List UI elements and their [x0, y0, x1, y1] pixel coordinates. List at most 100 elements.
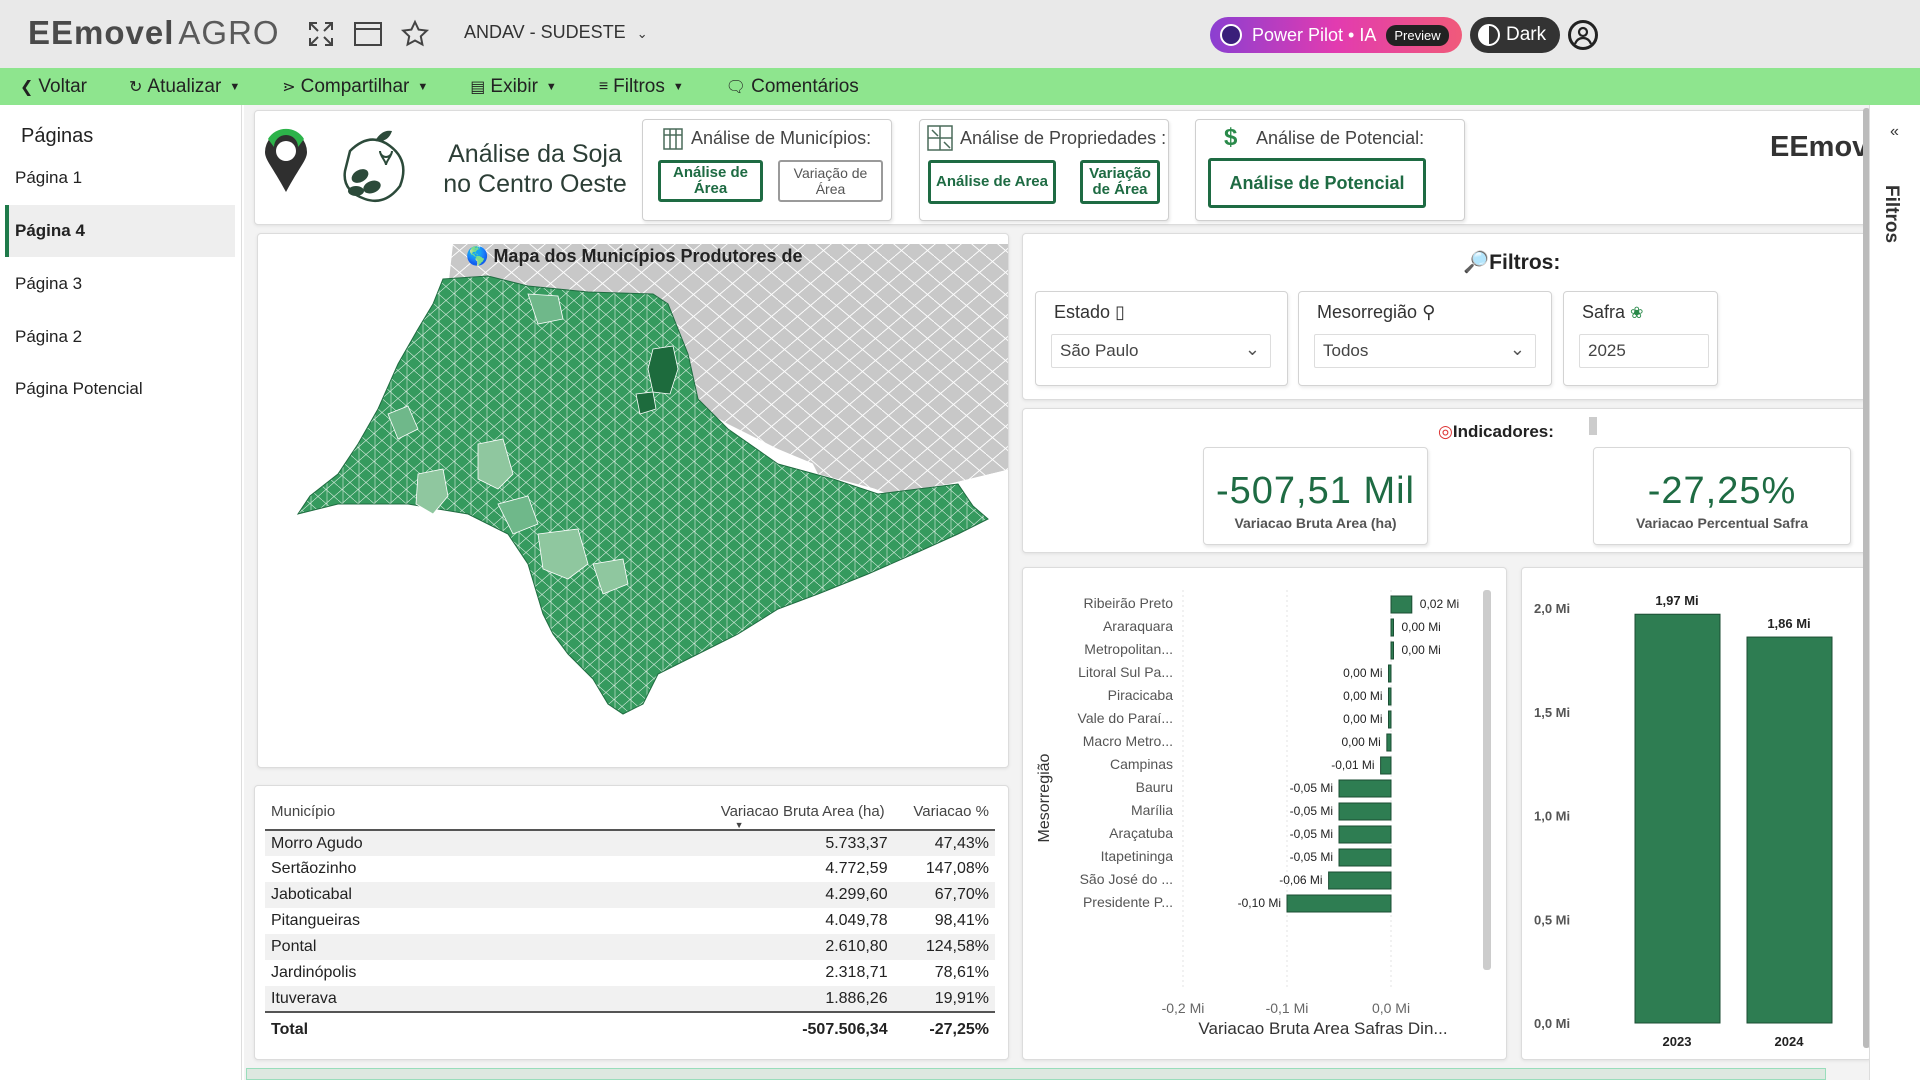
preview-badge: Preview — [1386, 24, 1449, 46]
x-tick-label: 2023 — [1663, 1034, 1692, 1049]
collapse-left-icon[interactable]: « — [1890, 123, 1899, 141]
bar[interactable] — [1338, 802, 1392, 821]
table-row[interactable]: Jardinópolis 2.318,71 78,61% — [265, 960, 995, 986]
cell-variacao-bruta: 4.299,60 — [700, 882, 894, 908]
bar[interactable] — [1388, 710, 1392, 729]
cell-variacao-pct: 19,91% — [893, 986, 995, 1012]
bar[interactable] — [1286, 894, 1392, 913]
table-row[interactable]: Sertãozinho 4.772,59 147,08% — [265, 856, 995, 882]
indicators-scrollbar[interactable] — [1589, 417, 1597, 435]
filters-rail: « Filtros — [1869, 105, 1920, 1080]
top-bar: EEmovel AGRO ANDAV - SUDESTE ⌄ Power Pilo… — [0, 0, 1920, 68]
filters-button[interactable]: ≡ Filtros ▼ — [599, 76, 684, 98]
category-label: Presidente P... — [1083, 894, 1173, 910]
bar[interactable] — [1338, 779, 1392, 798]
canvas-horizontal-scrollbar[interactable] — [246, 1068, 1826, 1080]
table-row[interactable]: Morro Agudo 5.733,37 47,43% — [265, 830, 995, 856]
bar[interactable] — [1328, 871, 1392, 890]
data-label: 1,86 Mi — [1767, 616, 1810, 631]
refresh-button[interactable]: ↻ Atualizar ▼ — [129, 76, 240, 98]
col-header-variacao-bruta[interactable]: Variacao Bruta Area (ha)▼ — [700, 794, 894, 831]
bar[interactable] — [1390, 641, 1394, 660]
cell-variacao-bruta: 5.733,37 — [700, 830, 894, 856]
bar[interactable] — [1338, 825, 1392, 844]
x-tick-label: -0,1 Mi — [1266, 1000, 1309, 1016]
contrast-icon — [1478, 24, 1500, 46]
dark-mode-toggle[interactable]: Dark — [1470, 17, 1560, 53]
chart-scrollbar[interactable] — [1483, 590, 1491, 970]
fullscreen-icon[interactable] — [303, 16, 339, 52]
page-item-4[interactable]: Página 4 — [5, 205, 235, 257]
safra-dropdown[interactable]: 2025 — [1579, 334, 1709, 368]
star-icon[interactable] — [397, 16, 433, 52]
share-button[interactable]: ⋗ Compartilhar ▼ — [282, 76, 428, 98]
back-label: Voltar — [38, 75, 87, 97]
window-icon[interactable] — [350, 16, 386, 52]
page-item-2[interactable]: Página 2 — [5, 311, 235, 363]
y-tick-label: 0,5 Mi — [1534, 912, 1570, 927]
y-tick-label: 2,0 Mi — [1534, 601, 1570, 616]
page-item-3[interactable]: Página 3 — [5, 258, 235, 310]
cell-variacao-bruta: 4.772,59 — [825, 860, 888, 877]
bar[interactable] — [1388, 664, 1392, 683]
analise-area-municipios-button[interactable]: Análise de Área — [658, 160, 763, 202]
app-logo[interactable]: EEmovel AGRO — [28, 14, 280, 52]
comments-button[interactable]: 🗨 Comentários — [726, 76, 859, 98]
back-button[interactable]: ❮ Voltar — [20, 76, 87, 98]
mesorregiao-dropdown[interactable]: Todos ⌄ — [1314, 334, 1536, 368]
category-label: Araçatuba — [1109, 825, 1173, 841]
col-header-municipio[interactable]: Município — [265, 794, 701, 831]
category-label: Bauru — [1136, 779, 1173, 795]
safra-bar-chart[interactable]: 0,0 Mi 0,5 Mi 1,0 Mi 1,5 Mi 2,0 Mi 1,97 Mi 202… — [1522, 568, 1873, 1061]
table-row[interactable]: Pontal 2.610,80 124,58% — [265, 934, 995, 960]
sao-paulo-choropleth-map[interactable] — [258, 234, 1009, 768]
dollar-icon: $ — [1224, 124, 1238, 151]
bar[interactable] — [1388, 687, 1392, 706]
table-row[interactable]: Jaboticabal 4.299,60 67,70% — [265, 882, 995, 908]
mesorregiao-label: Mesorregião ⚲ — [1317, 302, 1435, 323]
cell-variacao-bruta: 1.886,26 — [700, 986, 894, 1012]
view-icon: ▤ — [470, 78, 486, 96]
category-label: Vale do Paraí... — [1078, 710, 1173, 726]
bar[interactable] — [1390, 595, 1413, 614]
analise-potencial-button[interactable]: Análise de Potencial — [1208, 158, 1426, 208]
total-variacao-bruta: -507.506,34 — [700, 1011, 894, 1046]
kpi-variacao-bruta-label: Variacao Bruta Area (ha) — [1234, 515, 1397, 531]
indicators-title-text: Indicadores: — [1452, 422, 1554, 441]
municipios-title: Análise de Municípios: — [691, 128, 872, 148]
safra-label-text: Safra — [1582, 302, 1626, 322]
bar[interactable] — [1338, 848, 1392, 867]
mesorregiao-filter: Mesorregião ⚲ Todos ⌄ — [1298, 291, 1552, 386]
x-tick-label: -0,2 Mi — [1162, 1000, 1205, 1016]
filters-rail-label[interactable]: Filtros — [1880, 185, 1902, 243]
data-label: -0,01 Mi — [1331, 758, 1374, 772]
page-item-1[interactable]: Página 1 — [5, 152, 235, 204]
municipality-table: Município Variacao Bruta Area (ha)▼ Vari… — [265, 794, 995, 1046]
bar[interactable] — [1634, 613, 1721, 1024]
variacao-area-propriedades-button[interactable]: Variação de Área — [1080, 160, 1160, 204]
cell-municipio: Jaboticabal — [265, 882, 701, 908]
bar[interactable] — [1386, 733, 1392, 752]
data-label: 0,02 Mi — [1420, 597, 1459, 611]
data-label: -0,05 Mi — [1290, 850, 1333, 864]
col-header-variacao-pct[interactable]: Variacao % — [893, 794, 995, 831]
variacao-area-municipios-button[interactable]: Variação de Área — [778, 160, 883, 202]
page-item-potencial[interactable]: Página Potencial — [5, 363, 235, 415]
bar[interactable] — [1390, 618, 1394, 637]
view-button[interactable]: ▤ Exibir ▼ — [470, 76, 557, 98]
cell-municipio: Sertãozinho — [271, 860, 357, 877]
data-label: 0,00 Mi — [1343, 666, 1382, 680]
cell-variacao-bruta: 4.049,78 — [825, 912, 888, 929]
power-pilot-button[interactable]: Power Pilot • IA Preview — [1210, 17, 1462, 53]
estado-dropdown[interactable]: São Paulo ⌄ — [1051, 334, 1271, 368]
workspace-selector[interactable]: ANDAV - SUDESTE ⌄ — [464, 22, 648, 43]
bar[interactable] — [1380, 756, 1392, 775]
mesorregiao-bar-chart[interactable]: Ribeirão Preto 0,02 Mi Araraquara 0,00 Mi Me… — [1023, 568, 1508, 1061]
table-row[interactable]: Pitangueiras 4.049,78 98,41% — [265, 908, 995, 934]
user-avatar-icon[interactable] — [1568, 20, 1598, 50]
bar[interactable] — [1746, 636, 1833, 1024]
analise-area-propriedades-button[interactable]: Análise de Area — [928, 160, 1056, 204]
data-label: 0,00 Mi — [1343, 712, 1382, 726]
table-row[interactable]: Ituverava 1.886,26 19,91% — [265, 986, 995, 1012]
cell-variacao-bruta: 2.318,71 — [825, 964, 888, 981]
